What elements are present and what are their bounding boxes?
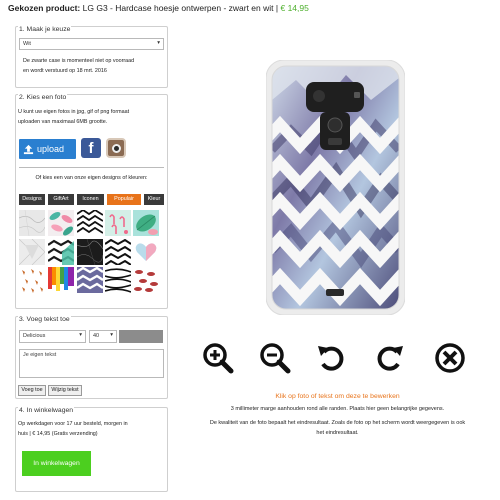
color-select[interactable]: Wit ▾ <box>19 38 164 50</box>
edit-hint: Klik op foto of tekst om deze te bewerke… <box>275 393 400 400</box>
chevron-down-icon: ▾ <box>157 40 160 46</box>
step-title: 4. In winkelwagen <box>18 407 75 414</box>
upload-info: U kunt uw eigen fotos in jpg, gif of png… <box>18 109 130 125</box>
delivery-info: Op werkdagen voor 17 uur besteld, morgen… <box>18 421 128 437</box>
design-thumbnail-chevron-purple[interactable] <box>76 266 104 293</box>
design-thumbnail-marble[interactable] <box>18 209 46 237</box>
font-select[interactable]: Delicious ▾ <box>19 330 86 343</box>
step-title: 2. Kies een foto <box>18 94 68 101</box>
header-separator: | <box>275 3 279 13</box>
design-thumbnail-chevron-teal[interactable] <box>47 239 75 265</box>
chevron-down-icon: ▾ <box>79 332 82 338</box>
design-thumbnail-zebra[interactable] <box>104 267 132 293</box>
product-header: Gekozen product: LG G3 - Hardcase hoesje… <box>8 3 309 13</box>
edit-text-button[interactable]: Wijzig tekst <box>48 385 82 396</box>
product-price: € 14,95 <box>280 3 309 13</box>
design-thumbnail-paint-drips[interactable] <box>48 267 74 293</box>
instagram-icon[interactable] <box>106 138 126 158</box>
facebook-icon[interactable]: f <box>81 138 101 158</box>
divider <box>19 167 164 168</box>
color-select-value: Wit <box>23 41 31 47</box>
custom-text-placeholder: Je eigen tekst <box>23 352 57 358</box>
design-thumbnail-geometric[interactable] <box>18 238 46 266</box>
font-select-value: Delicious <box>23 333 46 339</box>
camera-lens <box>112 144 121 153</box>
zoom-out-icon[interactable] <box>259 342 291 374</box>
design-thumbnail-flamingo[interactable] <box>105 210 131 236</box>
tab-designs[interactable]: Designs <box>19 194 45 205</box>
phone-case-preview[interactable] <box>265 59 406 316</box>
delete-icon[interactable] <box>434 342 466 374</box>
tab-giftart[interactable]: GiftArt <box>48 194 74 205</box>
stock-notice: De zwarte case is momenteel niet op voor… <box>23 58 135 74</box>
design-thumbnail-black-marble[interactable] <box>76 238 104 266</box>
design-thumbnail-tropical[interactable] <box>48 210 74 236</box>
add-to-cart-button[interactable]: In winkelwagen <box>22 451 91 476</box>
design-thumbnail-lips[interactable] <box>133 267 159 293</box>
text-color-picker[interactable] <box>119 330 163 343</box>
upload-button[interactable]: upload <box>19 139 76 159</box>
design-thumbnail-hearts[interactable] <box>133 239 159 265</box>
product-name: LG G3 - Hardcase hoesje ontwerpen - zwar… <box>82 3 274 13</box>
step-title: 1. Maak je keuze <box>18 26 72 33</box>
chevron-down-icon: ▾ <box>110 332 113 338</box>
rotate-right-icon[interactable] <box>374 342 406 374</box>
designs-prompt: Of kies een van onze eigen designs of kl… <box>35 175 148 181</box>
upload-label: upload <box>37 144 65 154</box>
design-thumbnail-palm-leaves[interactable] <box>133 210 159 236</box>
size-select[interactable]: 40 ▾ <box>89 330 117 343</box>
tab-populair[interactable]: Populair <box>107 194 141 205</box>
design-thumbnail-stripes[interactable] <box>76 208 104 236</box>
size-select-value: 40 <box>93 333 100 339</box>
quality-note: De kwaliteit van de foto bepaalt het ein… <box>209 420 466 436</box>
tab-kleur[interactable]: Kleur <box>144 194 164 205</box>
step-title: 3. Voeg tekst toe <box>18 316 71 323</box>
rotate-left-icon[interactable] <box>315 342 347 374</box>
margin-note: 3 millimeter marge aanhouden rond alle r… <box>230 406 445 412</box>
design-thumbnail-chevron-black[interactable] <box>104 238 132 267</box>
zoom-in-icon[interactable] <box>202 342 234 374</box>
custom-text-input[interactable]: Je eigen tekst <box>19 349 164 378</box>
product-label: Gekozen product: <box>8 3 81 13</box>
tab-iconen[interactable]: Iconen <box>77 194 104 205</box>
design-thumbnail-pattern[interactable] <box>19 267 45 293</box>
add-text-button[interactable]: Voeg toe <box>18 385 46 396</box>
upload-icon <box>23 144 34 154</box>
